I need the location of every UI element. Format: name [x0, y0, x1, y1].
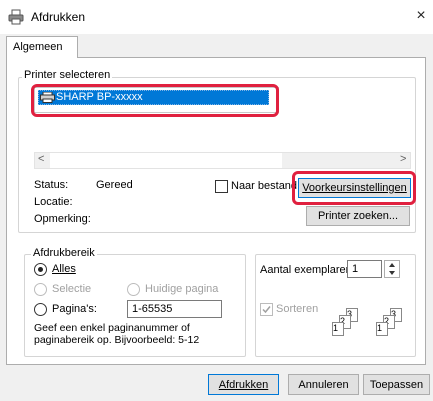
location-label: Locatie: — [34, 196, 73, 208]
print-button-label: Afdrukken — [218, 379, 269, 391]
range-all-radio[interactable] — [34, 263, 47, 276]
tab-general[interactable]: Algemeen — [6, 36, 78, 58]
close-icon[interactable]: × — [414, 7, 428, 25]
pages-input[interactable]: 1-65535 — [127, 300, 222, 318]
cancel-button-label: Annuleren — [298, 379, 349, 391]
range-current-page-label: Huidige pagina — [145, 283, 219, 295]
range-selection-radio[interactable] — [34, 283, 47, 296]
print-to-file-label: Naar bestand — [231, 180, 298, 192]
spinner-arrows-icon — [389, 263, 395, 275]
scroll-left-icon[interactable]: < — [38, 153, 44, 165]
range-current-page-radio[interactable] — [127, 283, 140, 296]
status-value: Gereed — [96, 179, 133, 191]
collate-label: Sorteren — [276, 303, 319, 315]
copies-spinner[interactable] — [384, 260, 400, 278]
collate-page: 1 — [332, 322, 344, 336]
collate-page: 1 — [376, 322, 388, 336]
collate-stack-2: 3 2 1 — [376, 308, 410, 338]
range-pages-radio[interactable] — [34, 303, 47, 316]
printer-highlight-box — [31, 84, 279, 117]
range-all-label: Alles — [52, 263, 76, 275]
collate-checkbox[interactable] — [260, 303, 273, 316]
range-selection-label: Selectie — [52, 283, 92, 295]
print-to-file-checkbox[interactable] — [215, 180, 228, 193]
print-button[interactable]: Afdrukken — [208, 374, 279, 395]
page-range-legend: Afdrukbereik — [31, 247, 97, 259]
cancel-button[interactable]: Annuleren — [288, 374, 359, 395]
page-range-hint: Geef een enkel paginanummer of paginaber… — [34, 322, 200, 346]
copies-input[interactable]: 1 — [347, 260, 382, 278]
printer-select-legend: Printer selecteren — [22, 69, 113, 81]
preferences-highlight-box — [292, 171, 416, 205]
apply-button[interactable]: Toepassen — [363, 374, 430, 395]
status-label: Status: — [34, 179, 69, 191]
find-printer-button[interactable]: Printer zoeken... — [306, 206, 410, 226]
scroll-right-icon[interactable]: > — [400, 153, 406, 165]
range-pages-label: Pagina's: — [52, 303, 97, 315]
apply-button-label: Toepassen — [369, 379, 424, 391]
find-printer-button-label: Printer zoeken... — [317, 210, 399, 222]
comment-label: Opmerking: — [34, 213, 91, 225]
check-icon — [262, 306, 271, 314]
printer-icon — [8, 9, 24, 25]
collate-stack-1: 3 2 1 — [332, 308, 366, 338]
scrollbar-thumb[interactable] — [50, 153, 282, 168]
window-title: Afdrukken — [31, 10, 86, 24]
copies-label: Aantal exemplaren: — [260, 264, 355, 276]
